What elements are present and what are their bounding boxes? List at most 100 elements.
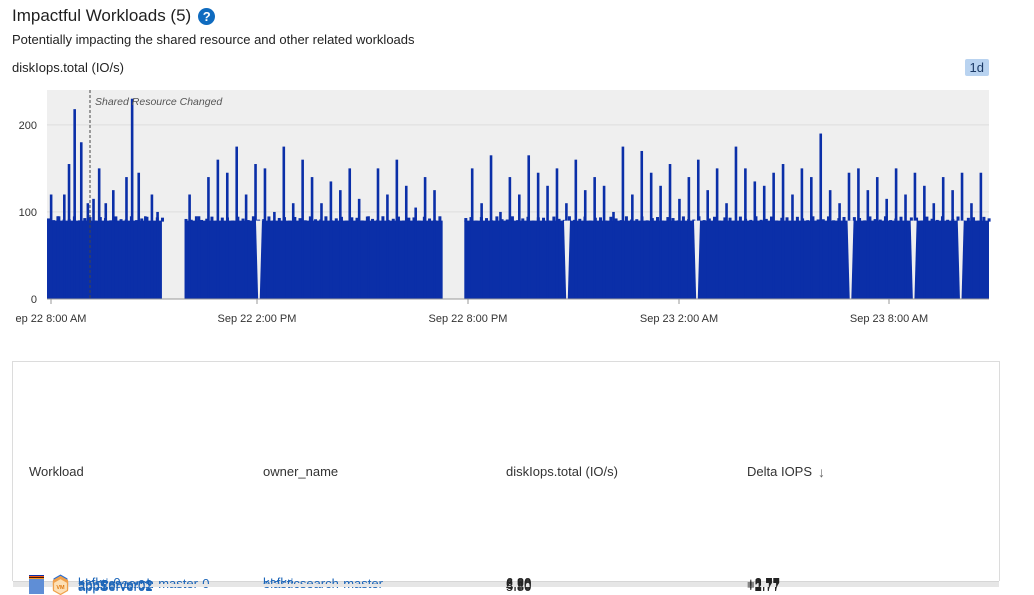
area-detail: [495, 216, 499, 222]
spike-mark: [301, 159, 304, 299]
table-header: Workload owner_name diskIops.total (IO/s…: [13, 362, 999, 582]
spike-mark: [875, 177, 879, 299]
area-detail: [160, 217, 164, 222]
area-detail: [738, 216, 742, 222]
spike-mark: [838, 203, 841, 299]
x-tick-label: Sep 22 8:00 PM: [429, 313, 508, 325]
area-detail: [671, 218, 675, 222]
area-detail: [47, 218, 50, 222]
workload-link[interactable]: appServer01: [78, 579, 152, 594]
spike-mark: [612, 211, 615, 299]
area-detail: [681, 216, 685, 222]
x-tick-label: Sep 23 2:00 AM: [640, 313, 718, 325]
column-header-workload[interactable]: Workload: [29, 362, 84, 581]
spike-mark: [125, 177, 128, 299]
area-detail: [878, 219, 882, 222]
x-axis: ep 22 8:00 AM Sep 22 2:00 PM Sep 22 8:00 P…: [16, 298, 989, 325]
help-icon[interactable]: ?: [198, 7, 216, 25]
column-header-delta[interactable]: Delta IOPS ↓: [747, 362, 825, 581]
spike-mark: [150, 194, 154, 299]
spike-mark: [79, 142, 83, 299]
area-detail: [588, 220, 592, 222]
area-detail: [920, 220, 924, 222]
area-detail: [552, 216, 556, 222]
area-detail: [609, 216, 613, 222]
area-detail: [184, 218, 188, 222]
spike-mark: [734, 146, 738, 299]
spike-mark: [320, 203, 323, 299]
spike-mark: [73, 109, 76, 300]
area-detail: [645, 220, 649, 222]
spike-mark: [668, 164, 672, 299]
area-detail: [277, 217, 281, 222]
spike-mark: [583, 190, 587, 299]
area-detail: [505, 219, 509, 222]
area-detail: [987, 218, 991, 222]
spike-mark: [49, 194, 53, 299]
area-detail: [334, 218, 338, 222]
area-detail: [982, 216, 986, 222]
x-tick-label: ep 22 8:00 AM: [16, 313, 87, 325]
y-tick-label: 200: [19, 120, 37, 132]
area-detail: [542, 217, 546, 222]
owner-link[interactable]: elasticsearch-master: [263, 576, 383, 591]
iops-chart[interactable]: Shared Resource Changed 0 100 200 ep 22 8:…: [0, 84, 1000, 334]
spike-mark: [111, 190, 115, 299]
sort-descending-icon[interactable]: ↓: [818, 464, 825, 480]
area-detail: [200, 219, 204, 222]
area-detail: [324, 216, 328, 222]
spike-mark: [197, 216, 201, 299]
area-detail: [728, 217, 732, 222]
area-detail: [83, 218, 87, 222]
area-detail: [935, 219, 939, 222]
spike-mark: [130, 98, 134, 299]
area-detail: [863, 220, 867, 222]
area-detail: [485, 218, 489, 222]
spike-mark: [518, 194, 521, 299]
metric-label: diskIops.total (IO/s): [12, 60, 124, 75]
spike-mark: [602, 185, 606, 299]
spike-mark: [144, 216, 147, 299]
area-detail: [966, 217, 970, 222]
area-segment: [184, 220, 443, 299]
area-detail: [656, 217, 660, 222]
spike-mark: [339, 190, 342, 299]
spike-mark: [376, 168, 380, 299]
column-header-owner[interactable]: owner_name: [263, 362, 338, 581]
spike-mark: [433, 190, 436, 299]
area-detail: [464, 218, 468, 222]
table-body: Pdkafka-0kafka6.80+2.77Pdelasticsearch-m…: [13, 574, 999, 595]
area-detail: [842, 216, 846, 222]
spike-mark: [67, 164, 71, 299]
spike-mark: [555, 168, 559, 299]
spike-mark: [979, 172, 983, 299]
column-header-iops[interactable]: diskIops.total (IO/s): [506, 362, 618, 581]
area-detail: [624, 216, 628, 222]
spike-mark: [536, 172, 540, 299]
area-detail: [614, 218, 618, 222]
svg-text:VM: VM: [56, 585, 65, 591]
spike-mark: [291, 203, 295, 299]
area-detail: [510, 216, 514, 222]
spike-mark: [395, 159, 399, 299]
area-detail: [925, 216, 929, 222]
y-axis: 0 100 200: [19, 120, 37, 306]
area-detail: [816, 219, 820, 222]
spike-mark: [894, 168, 898, 299]
spike-mark: [97, 168, 101, 299]
spike-mark: [810, 177, 813, 299]
workloads-table: Workload owner_name diskIops.total (IO/s…: [12, 361, 1000, 595]
area-detail: [417, 220, 421, 222]
time-range-badge[interactable]: 1d: [964, 59, 989, 76]
area-detail: [795, 216, 799, 222]
area-detail: [194, 216, 198, 222]
area-detail: [109, 220, 113, 222]
spike-mark: [640, 150, 644, 299]
table-row[interactable]: VM appServer01 5.80 +2.77: [13, 577, 999, 595]
spike-mark: [63, 194, 66, 299]
spike-mark: [762, 185, 766, 299]
spike-mark: [489, 155, 493, 299]
area-detail: [832, 220, 836, 222]
spike-mark: [188, 194, 191, 299]
spike-mark: [678, 198, 681, 299]
